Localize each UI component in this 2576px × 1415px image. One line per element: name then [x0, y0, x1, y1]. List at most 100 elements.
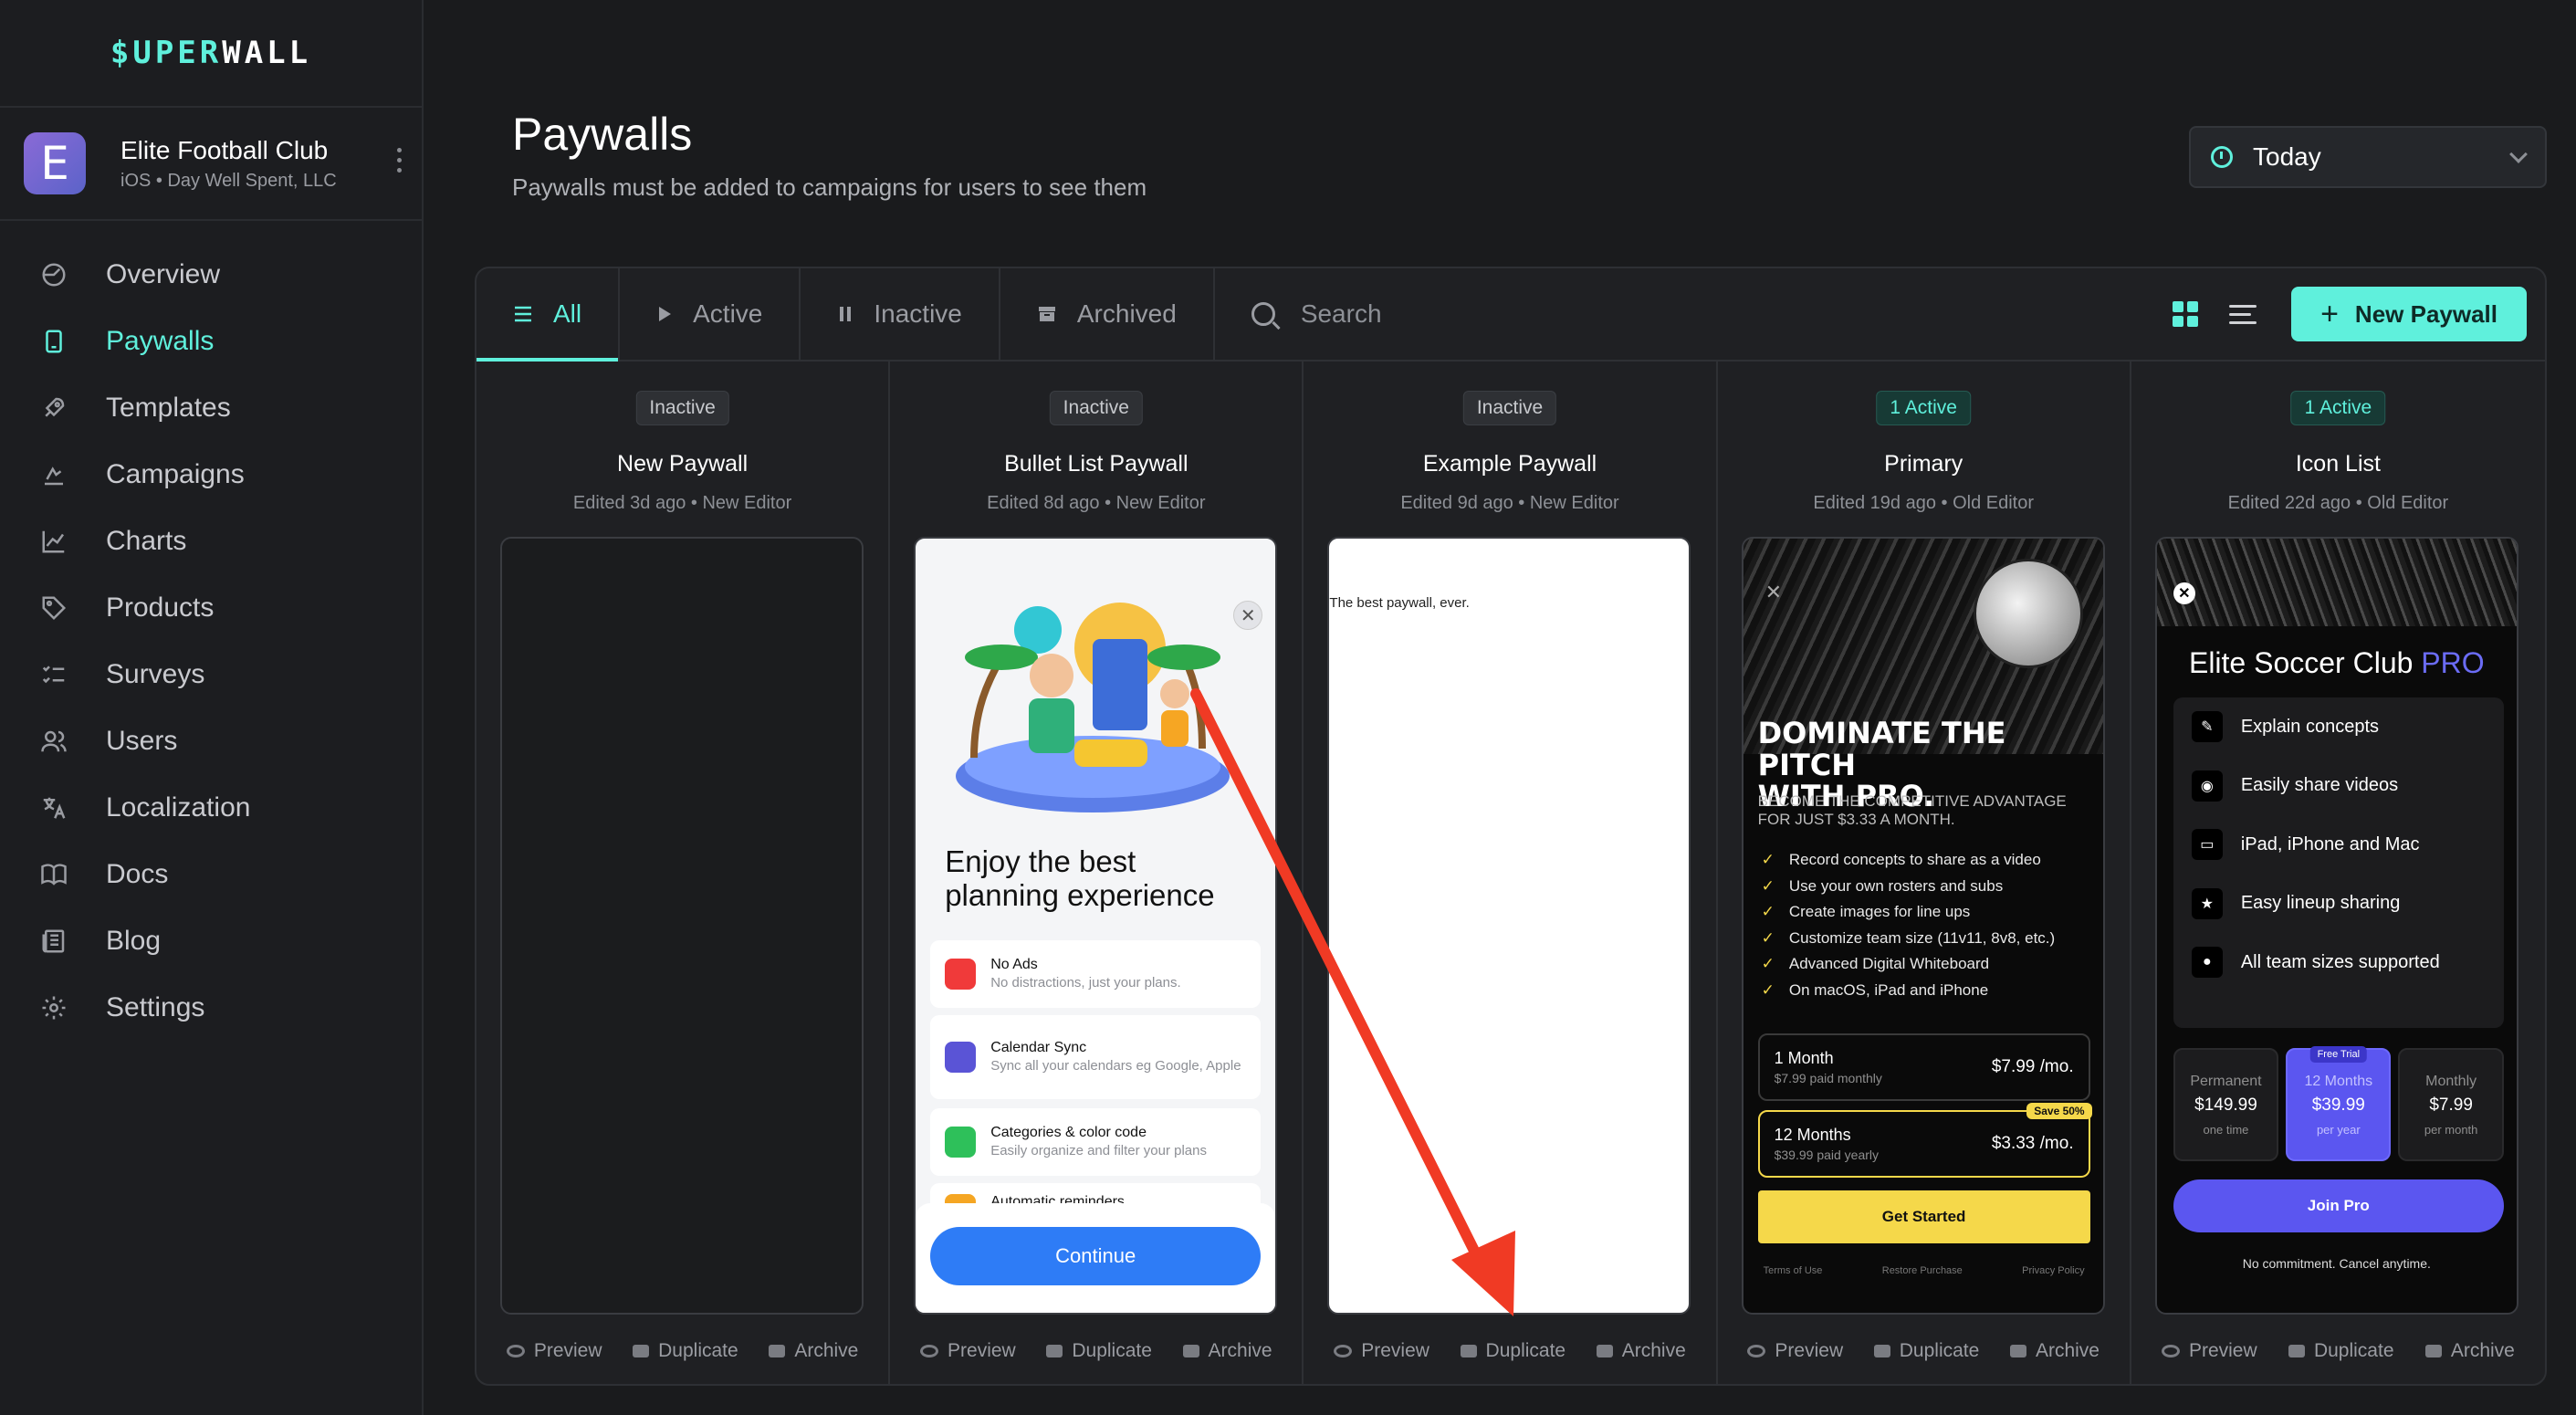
list-item: ◉ Easily share videos	[2173, 757, 2504, 816]
close-icon[interactable]: ✕	[2173, 582, 2195, 604]
preview-button[interactable]: Preview	[1747, 1340, 1843, 1362]
campaign-icon	[38, 459, 69, 490]
paywall-meta: Edited 19d ago • Old Editor	[1813, 493, 2035, 513]
paywall-preview[interactable]: ✕ DOMINATE THE PITCH WITH PRO. Become the…	[1741, 537, 2105, 1315]
search-input[interactable]: Search	[1215, 268, 2173, 360]
tab-label: All	[553, 299, 582, 328]
duplicate-button[interactable]: Duplicate	[2288, 1340, 2394, 1362]
sidebar-item-users[interactable]: Users	[0, 708, 422, 774]
get-started-button[interactable]: Get Started	[1757, 1190, 2090, 1243]
tab-archived[interactable]: Archived	[1000, 268, 1215, 360]
list-item: ✓ Customize team size (11v11, 8v8, etc.)	[1761, 928, 2056, 947]
sidebar-nav: Overview Paywalls Templates Campaigns Ch…	[0, 221, 422, 1041]
preview-label: Preview	[1775, 1340, 1844, 1361]
feature-list: ✓ Record concepts to share as a video ✓ Us…	[1762, 847, 2056, 1003]
paywall-preview[interactable]: The best paywall, ever.	[1327, 537, 1691, 1315]
no-commitment-note: No commitment. Cancel anytime.	[2242, 1256, 2431, 1271]
close-icon[interactable]: ✕	[1765, 581, 1782, 604]
paywall-preview[interactable]: ✕ Enjoy the best planning experience No …	[914, 537, 1278, 1315]
sidebar-item-localization[interactable]: Localization	[0, 774, 422, 841]
paywall-preview[interactable]	[500, 537, 864, 1315]
sidebar-item-overview[interactable]: Overview	[0, 241, 422, 308]
pen-icon: ✎	[2191, 711, 2223, 743]
paywall-headline: Elite Soccer Club PRO	[2188, 646, 2485, 679]
list-view-icon[interactable]	[2229, 304, 2257, 324]
archive-button[interactable]: Archive	[2009, 1340, 2100, 1362]
status-badge: Inactive	[1049, 391, 1143, 425]
feature-item: Categories & color code Easily organize a…	[930, 1108, 1262, 1176]
paywall-grid: Inactive New Paywall Edited 3d ago • New…	[476, 362, 2545, 1384]
tier-12-months[interactable]: Free Trial 12 Months $39.99 per year	[2286, 1046, 2392, 1161]
sidebar-item-docs[interactable]: Docs	[0, 841, 422, 907]
preview-button[interactable]: Preview	[1334, 1340, 1429, 1362]
preview-button[interactable]: Preview	[2161, 1340, 2257, 1362]
sidebar-item-label: Campaigns	[106, 458, 245, 489]
archive-button[interactable]: Archive	[1182, 1340, 1272, 1362]
join-pro-button[interactable]: Join Pro	[2173, 1179, 2504, 1232]
terms-link[interactable]: Terms of Use	[1764, 1265, 1823, 1276]
sidebar-item-products[interactable]: Products	[0, 574, 422, 641]
org-avatar: E	[24, 132, 86, 194]
paywall-card[interactable]: 1 Active Primary Edited 19d ago • Old Ed…	[1718, 362, 2131, 1384]
sidebar-item-paywalls[interactable]: Paywalls	[0, 308, 422, 374]
sidebar-item-label: Charts	[106, 525, 187, 556]
archive-button[interactable]: Archive	[1596, 1340, 1686, 1362]
paywall-card[interactable]: Inactive Example Paywall Edited 9d ago •…	[1304, 362, 1718, 1384]
duplicate-button[interactable]: Duplicate	[1873, 1340, 1979, 1362]
plan-option-yearly[interactable]: Save 50% 12 Months $39.99 paid yearly $3.…	[1757, 1103, 2092, 1178]
archive-icon	[1037, 305, 1057, 323]
soccer-hero-image	[2156, 539, 2517, 626]
sidebar-item-campaigns[interactable]: Campaigns	[0, 441, 422, 508]
sidebar-item-templates[interactable]: Templates	[0, 374, 422, 441]
continue-button[interactable]: Continue	[930, 1227, 1262, 1285]
new-paywall-button[interactable]: + New Paywall	[2291, 287, 2527, 341]
team-icon: ●	[2191, 947, 2223, 979]
tier-permanent[interactable]: Permanent $149.99 one time	[2173, 1048, 2279, 1161]
tab-active[interactable]: Active	[620, 268, 801, 360]
sidebar-item-label: Blog	[106, 925, 162, 956]
sidebar-item-label: Products	[106, 592, 215, 623]
restore-link[interactable]: Restore Purchase	[1882, 1265, 1963, 1276]
org-switcher[interactable]: E Elite Football Club iOS • Day Well Spe…	[0, 108, 422, 221]
sidebar-item-settings[interactable]: Settings	[0, 974, 422, 1041]
sidebar-item-blog[interactable]: Blog	[0, 907, 422, 974]
tier-monthly[interactable]: Monthly $7.99 per month	[2398, 1048, 2504, 1161]
sidebar-item-surveys[interactable]: Surveys	[0, 641, 422, 708]
tab-inactive[interactable]: Inactive	[801, 268, 1000, 360]
date-range-select[interactable]: Today	[2189, 126, 2547, 188]
soccer-ball-icon	[1973, 559, 2083, 668]
superwall-logo[interactable]: $UPER WALL	[0, 0, 422, 108]
feature-subtitle: Sync all your calendars eg Google, Apple	[990, 1058, 1241, 1074]
tab-all[interactable]: All	[476, 268, 621, 362]
sidebar-item-charts[interactable]: Charts	[0, 508, 422, 574]
status-badge: Inactive	[635, 391, 729, 425]
archive-button[interactable]: Archive	[769, 1340, 858, 1362]
plan-option-monthly[interactable]: 1 Month $7.99 paid monthly $7.99 /mo.	[1757, 1033, 2090, 1101]
sidebar-item-label: Paywalls	[106, 325, 215, 356]
paywall-card[interactable]: Inactive Bullet List Paywall Edited 8d a…	[890, 362, 1304, 1384]
duplicate-button[interactable]: Duplicate	[1046, 1340, 1152, 1362]
save-badge: Save 50%	[2026, 1103, 2092, 1119]
preview-button[interactable]: Preview	[506, 1340, 602, 1362]
clock-icon	[38, 259, 69, 290]
close-icon[interactable]: ✕	[1233, 601, 1263, 630]
sidebar-item-label: Surveys	[106, 658, 205, 689]
eye-icon	[1747, 1345, 1766, 1357]
travel-illustration	[956, 603, 1230, 812]
duplicate-button[interactable]: Duplicate	[633, 1340, 738, 1362]
paywall-card[interactable]: Inactive New Paywall Edited 3d ago • New…	[476, 362, 891, 1384]
paywalls-panel: All Active Inactive Archived Search + Ne…	[475, 267, 2547, 1386]
privacy-link[interactable]: Privacy Policy	[2022, 1265, 2084, 1276]
paywall-card[interactable]: 1 Active Icon List Edited 22d ago • Old …	[2131, 362, 2545, 1384]
copy-icon	[1460, 1345, 1477, 1357]
more-options-icon[interactable]	[397, 148, 402, 173]
paywall-preview[interactable]: ✕ Elite Soccer Club PRO ✎ Explain concept…	[2154, 537, 2518, 1315]
archive-button[interactable]: Archive	[2424, 1340, 2515, 1362]
sidebar-item-label: Docs	[106, 858, 169, 889]
preview-label: Preview	[948, 1340, 1016, 1361]
grid-view-icon[interactable]	[2173, 301, 2199, 327]
list-item: ★ Easy lineup sharing	[2173, 875, 2504, 934]
duplicate-button[interactable]: Duplicate	[1460, 1340, 1565, 1362]
preview-button[interactable]: Preview	[920, 1340, 1016, 1362]
paywall-name: Icon List	[2295, 451, 2381, 477]
